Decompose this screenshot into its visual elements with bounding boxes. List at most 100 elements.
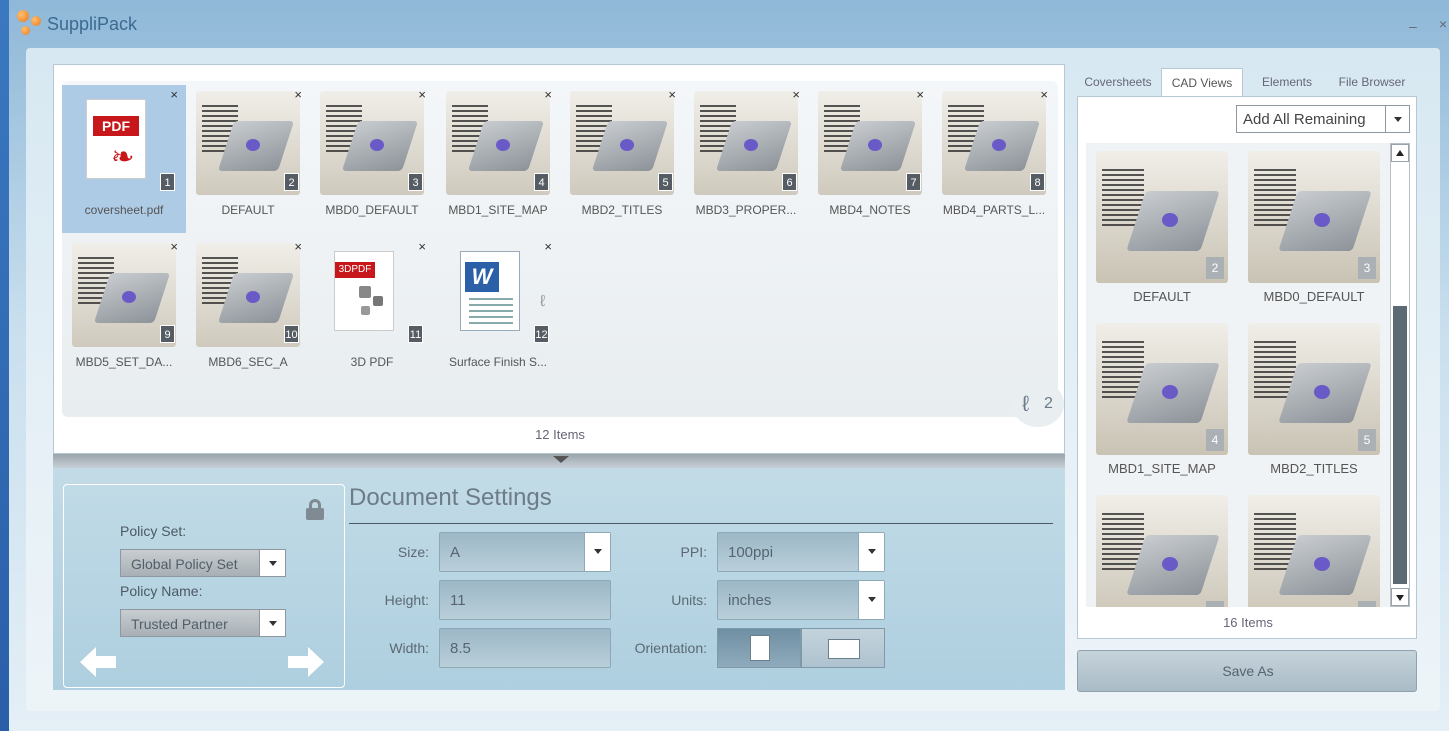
remove-document-icon[interactable]: ×	[170, 239, 178, 254]
document-item[interactable]: × 6 MBD3_PROPER...	[684, 85, 808, 233]
remove-document-icon[interactable]: ×	[418, 239, 426, 254]
document-item[interactable]: W ℓ × 12 Surface Finish S...	[436, 237, 560, 385]
document-item[interactable]: × 7 MBD4_NOTES	[808, 85, 932, 233]
desktop-edge	[0, 0, 9, 731]
document-label: MBD3_PROPER...	[695, 203, 797, 217]
pdf-tag: PDF	[93, 116, 139, 136]
document-item[interactable]: × 2 DEFAULT	[186, 85, 310, 233]
scrollbar-thumb[interactable]	[1393, 166, 1407, 302]
cad-view-item[interactable]: 6	[1086, 491, 1236, 607]
size-select[interactable]: A	[439, 532, 611, 572]
cad-views-list: 2 DEFAULT 3 MBD0_DEFAULT 4 MBD1_SITE_MAP…	[1086, 143, 1390, 607]
previous-arrow-icon[interactable]	[80, 647, 118, 677]
scroll-down-icon[interactable]	[1391, 588, 1409, 606]
document-number-badge: 6	[782, 173, 797, 191]
close-button[interactable]: ×	[1439, 16, 1447, 32]
remove-document-icon[interactable]: ×	[170, 87, 178, 102]
remove-document-icon[interactable]: ×	[544, 239, 552, 254]
attachment-counter[interactable]: ℓ 2	[1012, 381, 1064, 427]
cad-view-item[interactable]: 2 DEFAULT	[1086, 147, 1236, 315]
chevron-down-icon[interactable]	[858, 581, 884, 619]
remove-document-icon[interactable]: ×	[916, 87, 924, 102]
chevron-down-icon[interactable]	[858, 533, 884, 571]
document-item[interactable]: 3DPDF × 11 3D PDF	[310, 237, 434, 385]
chevron-down-icon[interactable]	[259, 550, 285, 576]
document-number-badge: 9	[160, 325, 175, 343]
width-field[interactable]: 8.5	[439, 628, 611, 668]
document-label: MBD1_SITE_MAP	[448, 203, 548, 217]
document-number-badge: 5	[658, 173, 673, 191]
ppi-label: PPI:	[680, 544, 707, 560]
landscape-button[interactable]	[801, 628, 885, 668]
size-label: Size:	[397, 544, 429, 560]
remove-document-icon[interactable]: ×	[1040, 87, 1048, 102]
attachment-icon: ℓ	[540, 293, 546, 310]
document-item[interactable]: × 4 MBD1_SITE_MAP	[436, 85, 560, 233]
portrait-button[interactable]	[717, 628, 801, 668]
lock-icon[interactable]	[306, 499, 324, 520]
remove-document-icon[interactable]: ×	[792, 87, 800, 102]
cad-view-item[interactable]: 3 MBD0_DEFAULT	[1238, 147, 1388, 315]
chevron-down-icon[interactable]	[259, 610, 285, 636]
units-select[interactable]: inches	[717, 580, 885, 620]
policy-set-select[interactable]: Global Policy Set	[120, 549, 286, 577]
panel-splitter[interactable]	[53, 454, 1065, 468]
minimize-button[interactable]: –	[1409, 18, 1417, 34]
cad-list-scrollbar[interactable]	[1390, 143, 1410, 607]
portrait-icon	[750, 635, 770, 661]
document-item[interactable]: × 10 MBD6_SEC_A	[186, 237, 310, 385]
document-item[interactable]: × 3 MBD0_DEFAULT	[310, 85, 434, 233]
document-number-badge: 1	[160, 173, 175, 191]
policy-name-select[interactable]: Trusted Partner	[120, 609, 286, 637]
policy-set-label: Policy Set:	[120, 523, 187, 539]
tab-file-browser[interactable]: File Browser	[1329, 68, 1415, 96]
tab-cad-views[interactable]: CAD Views	[1161, 68, 1243, 96]
ppi-select[interactable]: 100ppi	[717, 532, 885, 572]
remove-document-icon[interactable]: ×	[668, 87, 676, 102]
pdf-icon: PDF ❧	[86, 99, 146, 179]
policy-box: Policy Set: Global Policy Set Policy Nam…	[63, 484, 345, 688]
document-item[interactable]: × 8 MBD4_PARTS_L...	[932, 85, 1056, 233]
height-field[interactable]: 11	[439, 580, 611, 620]
cad-view-label: DEFAULT	[1133, 289, 1191, 304]
cad-view-item[interactable]: 7	[1238, 491, 1388, 607]
document-item[interactable]: PDF ❧ × 1 coversheet.pdf	[62, 85, 186, 233]
cad-view-label: MBD2_TITLES	[1270, 461, 1358, 476]
tab-elements[interactable]: Elements	[1247, 68, 1327, 96]
save-as-button[interactable]: Save As	[1077, 650, 1417, 692]
remove-document-icon[interactable]: ×	[544, 87, 552, 102]
attachment-count: 2	[1044, 395, 1053, 412]
document-number-badge: 10	[284, 325, 299, 343]
document-label: coversheet.pdf	[84, 203, 164, 217]
add-all-remaining-label: Add All Remaining	[1243, 111, 1366, 128]
document-count: 12 Items	[535, 427, 585, 442]
chevron-down-icon[interactable]	[584, 533, 610, 571]
remove-document-icon[interactable]: ×	[294, 239, 302, 254]
width-value: 8.5	[450, 640, 471, 657]
landscape-icon	[828, 639, 860, 659]
next-arrow-icon[interactable]	[286, 647, 324, 677]
add-all-remaining-button[interactable]: Add All Remaining	[1236, 105, 1410, 133]
cad-number-badge: 3	[1358, 257, 1376, 279]
chevron-down-icon[interactable]	[1385, 106, 1409, 132]
document-item[interactable]: × 9 MBD5_SET_DA...	[62, 237, 186, 385]
document-label: Surface Finish S...	[448, 355, 548, 369]
word-tag: W	[465, 262, 499, 292]
cad-views-count: 16 Items	[1223, 615, 1273, 630]
cad-view-item[interactable]: 5 MBD2_TITLES	[1238, 319, 1388, 487]
document-item[interactable]: × 5 MBD2_TITLES	[560, 85, 684, 233]
3d-pdf-tag: 3DPDF	[335, 262, 375, 278]
ppi-value: 100ppi	[728, 544, 774, 561]
scroll-up-icon[interactable]	[1391, 144, 1409, 162]
tab-coversheets[interactable]: Coversheets	[1077, 68, 1159, 96]
orientation-label: Orientation:	[634, 640, 707, 656]
scrollbar-track[interactable]	[1393, 306, 1407, 584]
title-bar: SuppliPack – ×	[9, 0, 1449, 48]
cad-view-item[interactable]: 4 MBD1_SITE_MAP	[1086, 319, 1236, 487]
cad-number-badge: 2	[1206, 257, 1224, 279]
remove-document-icon[interactable]: ×	[294, 87, 302, 102]
orientation-toggle	[717, 628, 885, 668]
document-number-badge: 3	[408, 173, 423, 191]
collapse-arrow-icon[interactable]	[553, 456, 569, 463]
remove-document-icon[interactable]: ×	[418, 87, 426, 102]
